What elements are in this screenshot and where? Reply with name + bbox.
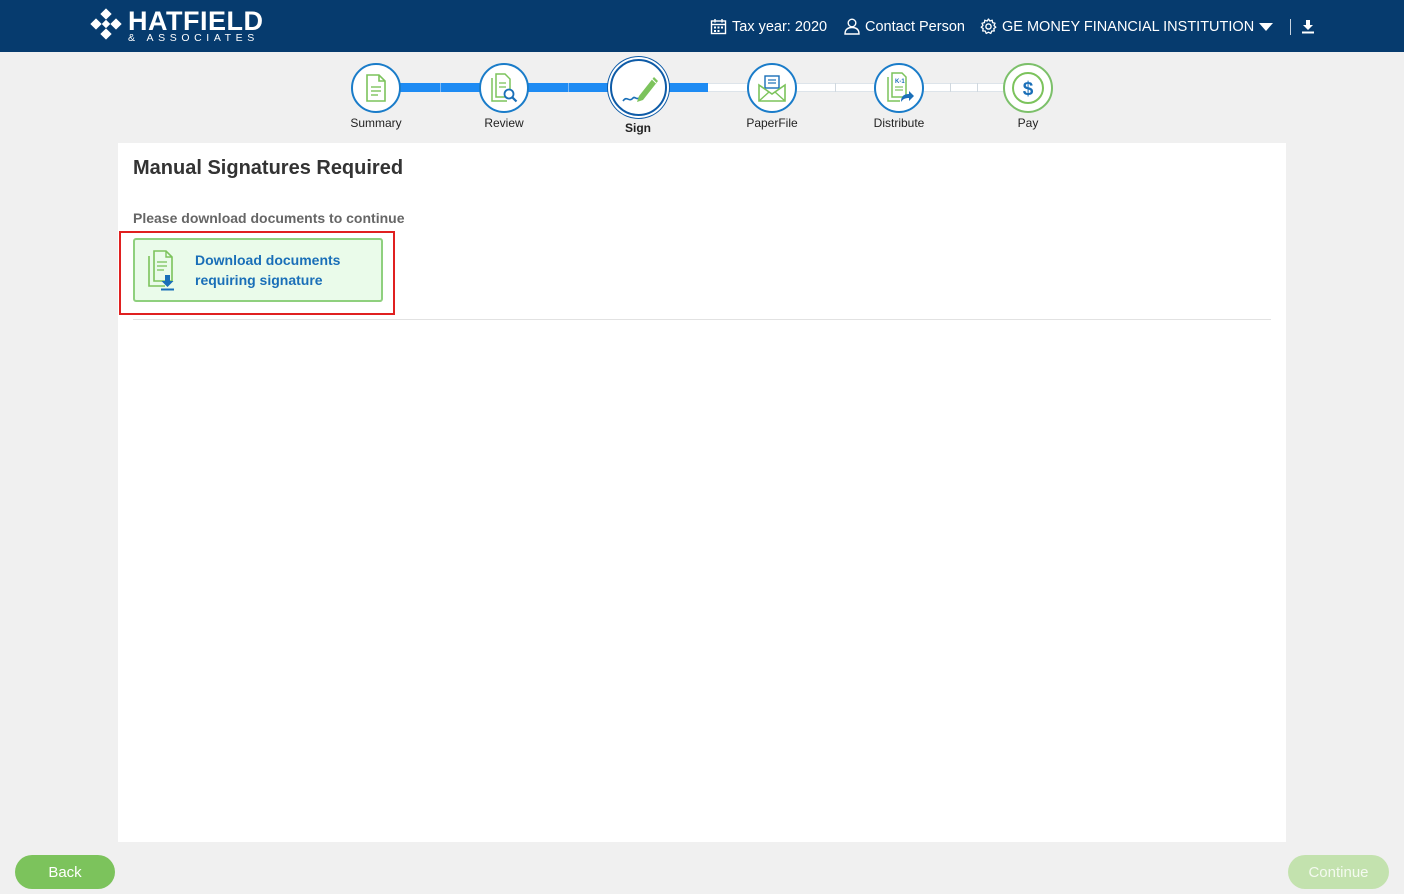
step-label-pay: Pay: [1017, 116, 1039, 130]
logo-name: HATFIELD: [128, 6, 264, 36]
svg-text:$: $: [1023, 79, 1034, 100]
user-icon: [844, 18, 860, 35]
logo-mark-icon: [90, 8, 122, 40]
institution-dropdown[interactable]: GE MONEY FINANCIAL INSTITUTION: [980, 18, 1274, 35]
document-icon: [366, 74, 386, 102]
tax-year-label: Tax year: 2020: [732, 18, 828, 35]
step-label-sign: Sign: [625, 121, 651, 135]
contact-person-link[interactable]: Contact Person: [844, 18, 965, 35]
step-distribute[interactable]: K-1: [874, 63, 924, 113]
connector-tick: [950, 83, 951, 92]
dollar-icon: $: [1012, 72, 1044, 104]
caret-down-icon: [1259, 22, 1274, 31]
company-logo[interactable]: HATFIELD & ASSOCIATES: [88, 8, 263, 44]
step-label-summary: Summary: [350, 116, 402, 130]
connector-tick: [568, 83, 569, 92]
page-title: Manual Signatures Required: [133, 157, 404, 179]
download-documents-button[interactable]: Download documents requiring signature: [133, 238, 383, 302]
step-label-paperfile: PaperFile: [746, 116, 798, 130]
tax-year-selector[interactable]: Tax year: 2020: [710, 18, 827, 35]
step-pay[interactable]: $: [1003, 63, 1053, 113]
connector-tick: [440, 83, 441, 92]
section-divider: [133, 319, 1271, 320]
institution-label: GE MONEY FINANCIAL INSTITUTION: [1002, 18, 1255, 35]
back-button[interactable]: Back: [15, 855, 115, 889]
download-button-label-line2: requiring signature: [195, 272, 323, 288]
pen-signature-icon: [621, 76, 658, 102]
step-connector: [922, 83, 1004, 92]
step-connector: [528, 83, 610, 92]
download-icon[interactable]: [1300, 19, 1316, 35]
k1-share-icon: K-1: [887, 72, 914, 102]
step-label-review: Review: [484, 116, 524, 130]
contact-person-label: Contact Person: [865, 18, 965, 35]
download-button-label-line1: Download documents: [195, 252, 341, 268]
step-connector: [668, 83, 708, 92]
step-label-distribute: Distribute: [873, 116, 925, 130]
envelope-icon: [758, 75, 786, 102]
connector-tick: [835, 83, 836, 92]
gear-icon: [980, 18, 997, 35]
svg-text:K-1: K-1: [895, 79, 905, 85]
step-sign[interactable]: [610, 59, 667, 116]
workflow-stepper: Summary Review Sign PaperFile K-1 Distri…: [0, 52, 1404, 142]
connector-tick: [977, 83, 978, 92]
top-header: HATFIELD & ASSOCIATES Tax year: 2020 Con…: [0, 0, 1404, 52]
instruction-text: Please download documents to continue: [133, 210, 405, 226]
step-connector: [708, 83, 748, 92]
step-paperfile[interactable]: [747, 63, 797, 113]
calendar-icon: [710, 19, 727, 35]
document-search-icon: [491, 73, 518, 103]
header-divider: [1290, 19, 1291, 35]
step-review[interactable]: [479, 63, 529, 113]
step-summary[interactable]: [351, 63, 401, 113]
content-panel: Manual Signatures Required Please downlo…: [118, 143, 1286, 842]
document-download-icon: [148, 250, 174, 291]
continue-button[interactable]: Continue: [1288, 855, 1389, 889]
logo-subtitle: & ASSOCIATES: [128, 32, 259, 44]
